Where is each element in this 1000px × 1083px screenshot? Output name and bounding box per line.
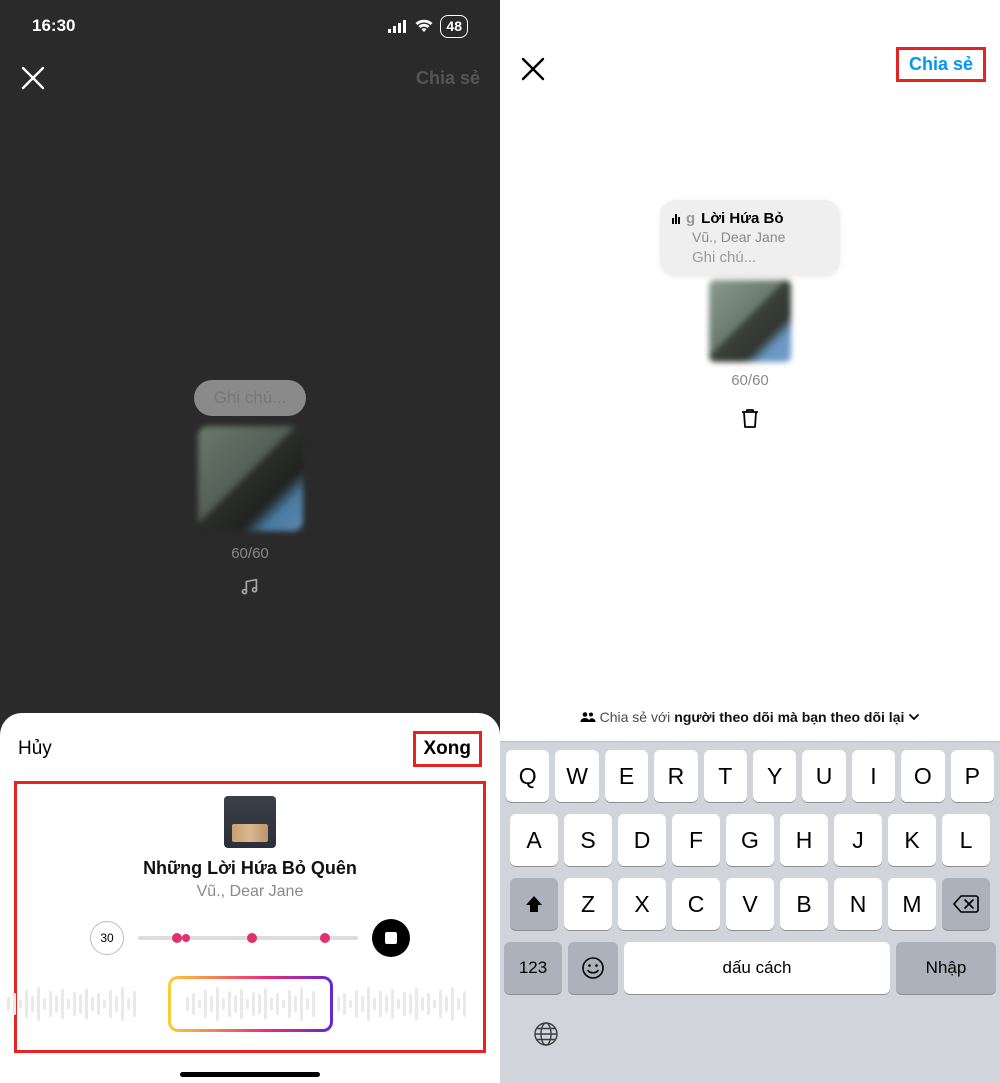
- song-artist: Vũ., Dear Jane: [17, 883, 483, 901]
- backspace-key[interactable]: [942, 878, 990, 930]
- key-q[interactable]: Q: [506, 750, 549, 802]
- numbers-key[interactable]: 123: [504, 942, 562, 994]
- globe-icon[interactable]: [532, 1020, 560, 1048]
- note-input-pill[interactable]: Ghi chú...: [194, 380, 307, 416]
- album-art: [224, 796, 276, 848]
- status-bar: 16:30 48: [0, 0, 500, 52]
- key-o[interactable]: O: [901, 750, 944, 802]
- close-icon[interactable]: [520, 56, 546, 82]
- equalizer-icon: [672, 214, 680, 224]
- track-slider[interactable]: [138, 936, 358, 940]
- char-count: 60/60: [731, 372, 769, 389]
- share-audience[interactable]: Chia sẻ với người theo dõi mà bạn theo d…: [500, 709, 1000, 725]
- note-placeholder[interactable]: Ghi chú...: [692, 249, 824, 266]
- key-r[interactable]: R: [654, 750, 697, 802]
- highlight-box: Những Lời Hứa Bỏ Quên Vũ., Dear Jane 30: [14, 781, 486, 1053]
- status-icons: 48: [388, 15, 468, 38]
- key-s[interactable]: S: [564, 814, 612, 866]
- status-time: 16:30: [32, 16, 75, 36]
- key-w[interactable]: W: [555, 750, 598, 802]
- left-topbar: Chia sẻ: [0, 52, 500, 104]
- left-screenshot: 16:30 48 Chia sẻ Ghi chú... 60/60 Hủy Xo…: [0, 0, 500, 1083]
- waveform-selection[interactable]: [168, 976, 333, 1032]
- key-t[interactable]: T: [704, 750, 747, 802]
- duration-button[interactable]: 30: [90, 921, 124, 955]
- track-row: 30: [17, 919, 483, 957]
- music-icon[interactable]: [239, 576, 261, 598]
- key-x[interactable]: X: [618, 878, 666, 930]
- left-center: Ghi chú... 60/60: [0, 380, 500, 598]
- sheet-done[interactable]: Xong: [413, 731, 483, 767]
- home-indicator: [180, 1072, 320, 1077]
- key-p[interactable]: P: [951, 750, 994, 802]
- key-v[interactable]: V: [726, 878, 774, 930]
- key-b[interactable]: B: [780, 878, 828, 930]
- key-a[interactable]: A: [510, 814, 558, 866]
- battery-icon: 48: [440, 15, 468, 38]
- music-sheet: Hủy Xong Những Lời Hứa Bỏ Quên Vũ., Dear…: [0, 713, 500, 1083]
- share-disabled: Chia sẻ: [416, 68, 480, 89]
- avatar-thumbnail: [709, 280, 791, 362]
- key-z[interactable]: Z: [564, 878, 612, 930]
- share-button[interactable]: Chia sẻ: [896, 47, 986, 82]
- chevron-down-icon: [908, 712, 920, 722]
- avatar-thumbnail: [198, 426, 303, 531]
- share-bold: người theo dõi mà bạn theo dõi lại: [674, 709, 904, 725]
- wifi-icon: [414, 19, 434, 33]
- key-i[interactable]: I: [852, 750, 895, 802]
- waveform-row[interactable]: [3, 968, 497, 1040]
- trash-icon[interactable]: [740, 407, 760, 429]
- people-icon: [580, 711, 596, 723]
- right-center: g Lời Hứa Bỏ Vũ., Dear Jane Ghi chú... 6…: [500, 200, 1000, 429]
- note-title: Lời Hứa Bỏ: [701, 210, 783, 227]
- keyboard: QWERTYUIOP ASDFGHJKL ZXCVBNM 123 dấu các…: [500, 741, 1000, 1083]
- key-k[interactable]: K: [888, 814, 936, 866]
- stop-button[interactable]: [372, 919, 410, 957]
- space-key[interactable]: dấu cách: [624, 942, 890, 994]
- sheet-cancel[interactable]: Hủy: [18, 738, 52, 760]
- key-n[interactable]: N: [834, 878, 882, 930]
- key-f[interactable]: F: [672, 814, 720, 866]
- right-topbar: Chia sẻ: [500, 0, 1000, 92]
- key-j[interactable]: J: [834, 814, 882, 866]
- shift-key[interactable]: [510, 878, 558, 930]
- key-l[interactable]: L: [942, 814, 990, 866]
- key-h[interactable]: H: [780, 814, 828, 866]
- char-count: 60/60: [231, 545, 269, 562]
- key-g[interactable]: G: [726, 814, 774, 866]
- key-c[interactable]: C: [672, 878, 720, 930]
- song-title: Những Lời Hứa Bỏ Quên: [17, 858, 483, 879]
- close-icon[interactable]: [20, 65, 46, 91]
- signal-icon: [388, 19, 408, 33]
- key-d[interactable]: D: [618, 814, 666, 866]
- key-y[interactable]: Y: [753, 750, 796, 802]
- right-screenshot: Chia sẻ g Lời Hứa Bỏ Vũ., Dear Jane Ghi …: [500, 0, 1000, 1083]
- title-clip-prefix: g: [686, 210, 695, 227]
- note-card[interactable]: g Lời Hứa Bỏ Vũ., Dear Jane Ghi chú...: [660, 200, 840, 276]
- share-pre: Chia sẻ với: [600, 709, 671, 725]
- note-artist: Vũ., Dear Jane: [692, 229, 824, 245]
- enter-key[interactable]: Nhập: [896, 942, 996, 994]
- key-u[interactable]: U: [802, 750, 845, 802]
- emoji-key[interactable]: [568, 942, 618, 994]
- key-m[interactable]: M: [888, 878, 936, 930]
- key-e[interactable]: E: [605, 750, 648, 802]
